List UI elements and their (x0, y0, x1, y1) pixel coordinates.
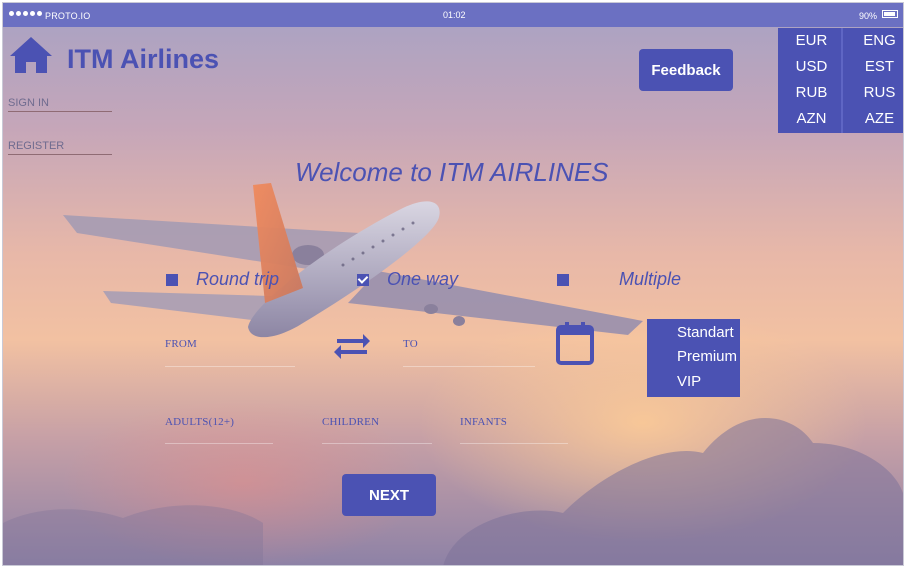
adults-underline (165, 443, 273, 444)
next-button[interactable]: NEXT (342, 474, 436, 516)
class-option-vip[interactable]: VIP (647, 369, 740, 394)
currency-option[interactable]: EUR (778, 28, 841, 54)
one-way-label: One way (387, 269, 459, 289)
trip-round-trip[interactable]: Round trip (166, 269, 279, 290)
brand-title: ITM Airlines (67, 44, 220, 74)
swap-arrows-icon[interactable] (333, 333, 371, 361)
round-trip-checkbox[interactable] (166, 273, 178, 286)
to-field[interactable]: TO (403, 338, 418, 350)
sign-in-link[interactable]: SIGN IN (8, 97, 112, 112)
app-screen: PROTO.IO 01:02 90% ITM Airlines SIGN IN … (2, 2, 904, 566)
children-underline (322, 443, 432, 444)
home-icon[interactable] (9, 35, 53, 75)
from-underline (165, 366, 295, 367)
class-option-premium[interactable]: Premium (647, 344, 740, 369)
multiple-label: Multiple (619, 269, 682, 289)
one-way-checkbox[interactable] (357, 273, 369, 286)
infants-field[interactable]: INFANTS (460, 416, 507, 428)
currency-option[interactable]: USD (778, 54, 841, 80)
infants-underline (460, 443, 568, 444)
travel-class-list: Standart Premium VIP (647, 319, 740, 397)
language-option[interactable]: RUS (843, 80, 903, 106)
multiple-checkbox[interactable] (557, 273, 569, 286)
from-field[interactable]: FROM (165, 338, 197, 350)
calendar-icon[interactable] (556, 321, 594, 365)
children-field[interactable]: CHILDREN (322, 416, 379, 428)
feedback-button[interactable]: Feedback (639, 49, 733, 91)
trip-multiple[interactable]: Multiple (557, 269, 681, 290)
welcome-heading: Welcome to ITM AIRLINES (295, 157, 609, 187)
register-link[interactable]: REGISTER (8, 140, 112, 155)
adults-field[interactable]: ADULTS(12+) (165, 416, 234, 428)
currency-language-picker: EUR USD RUB AZN ENG EST RUS AZE (778, 28, 903, 133)
language-option[interactable]: EST (843, 54, 903, 80)
trip-one-way[interactable]: One way (357, 269, 458, 290)
round-trip-label: Round trip (196, 269, 280, 289)
currency-option[interactable]: AZN (778, 106, 841, 132)
language-option[interactable]: AZE (843, 106, 903, 132)
language-list: ENG EST RUS AZE (843, 28, 903, 133)
currency-list: EUR USD RUB AZN (778, 28, 841, 133)
language-option[interactable]: ENG (843, 28, 903, 54)
currency-option[interactable]: RUB (778, 80, 841, 106)
to-underline (403, 366, 535, 367)
class-option-standart[interactable]: Standart (647, 319, 740, 344)
